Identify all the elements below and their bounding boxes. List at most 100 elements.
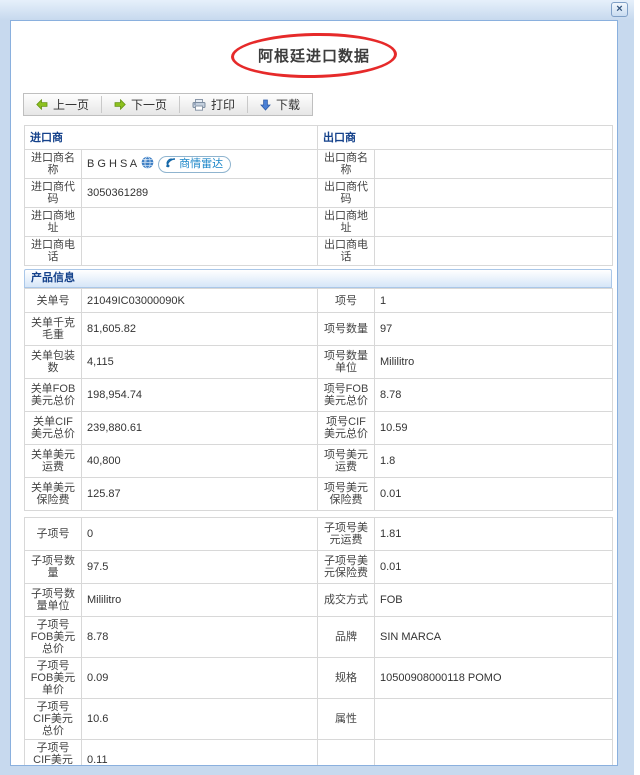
download-label: 下载 [276, 97, 301, 112]
field-value [374, 698, 613, 740]
field-label: 品牌 [317, 616, 375, 658]
field-value: 0.09 [81, 657, 318, 699]
field-value: 8.78 [374, 378, 613, 412]
field-label: 项号 [317, 288, 375, 313]
importer-section-header: 进口商 [24, 125, 318, 150]
field-value: 40,800 [81, 444, 318, 478]
importer-name-cell: B G H S A 商情雷达 [81, 149, 318, 179]
product-section-header: 产品信息 [24, 269, 612, 288]
table-row: 关单FOB美元总价 198,954.74 项号FOB美元总价 8.78 [24, 378, 613, 412]
table-row: 关单美元运费 40,800 项号美元运费 1.8 [24, 444, 613, 478]
field-label: 子项号数量 [24, 550, 82, 584]
table-row: 进口商代码 3050361289 出口商代码 [24, 178, 613, 208]
field-label: 子项号CIF美元单价 [24, 739, 82, 765]
table-row: 关单CIF美元总价 239,880.61 项号CIF美元总价 10.59 [24, 411, 613, 445]
table-row: 子项号 0 子项号美元运费 1.81 [24, 517, 613, 551]
field-label: 关单包装数 [24, 345, 82, 379]
table-row: 子项号数量单位 Mililitro 成交方式 FOB [24, 583, 613, 617]
table-row: 关单美元保险费 125.87 项号美元保险费 0.01 [24, 477, 613, 511]
prev-page-button[interactable]: 上一页 [24, 94, 101, 115]
table-row: 子项号FOB美元总价 8.78 品牌 SIN MARCA [24, 616, 613, 658]
field-value: 0.01 [374, 550, 613, 584]
field-label: 进口商代码 [24, 178, 82, 208]
field-value: 0 [81, 517, 318, 551]
print-button[interactable]: 打印 [180, 94, 247, 115]
field-label: 项号CIF美元总价 [317, 411, 375, 445]
product-table-2: 子项号 0 子项号美元运费 1.81 子项号数量 97.5 子项号美元保险费 0… [24, 517, 613, 765]
globe-icon[interactable] [141, 156, 154, 172]
table-row: 关单号 21049IC03000090K 项号 1 [24, 288, 613, 313]
field-value: 8.78 [81, 616, 318, 658]
field-label: 关单号 [24, 288, 82, 313]
table-row: 关单千克毛重 81,605.82 项号数量 97 [24, 312, 613, 346]
field-label: 子项号CIF美元总价 [24, 698, 82, 740]
next-page-label: 下一页 [131, 97, 168, 112]
radar-badge[interactable]: 商情雷达 [158, 155, 232, 173]
field-value: 1.8 [374, 444, 613, 478]
download-button[interactable]: 下载 [248, 94, 312, 115]
field-value: 198,954.74 [81, 378, 318, 412]
field-label: 成交方式 [317, 583, 375, 617]
table-row: 子项号CIF美元总价 10.6 属性 [24, 698, 613, 740]
field-value: 0.01 [374, 477, 613, 511]
field-label: 进口商地址 [24, 207, 82, 237]
table-row: 子项号数量 97.5 子项号美元保险费 0.01 [24, 550, 613, 584]
field-label: 进口商电话 [24, 236, 82, 266]
field-label: 项号数量 [317, 312, 375, 346]
importer-name-value: B G H S A [87, 158, 138, 170]
print-label: 打印 [211, 97, 236, 112]
field-label: 项号美元运费 [317, 444, 375, 478]
field-label: 进口商名称 [24, 149, 82, 179]
blue-arrow-down-icon [260, 99, 271, 111]
exporter-section-header: 出口商 [317, 125, 613, 150]
field-value [81, 207, 318, 237]
window-titlebar: × [0, 0, 634, 20]
field-value: FOB [374, 583, 613, 617]
field-value [374, 149, 613, 179]
page-title: 阿根廷进口数据 [257, 48, 370, 65]
close-button[interactable]: × [611, 2, 628, 17]
field-label: 项号美元保险费 [317, 477, 375, 511]
field-label: 关单美元保险费 [24, 477, 82, 511]
table-row: 进口商电话 出口商电话 [24, 236, 613, 266]
radar-icon [166, 157, 176, 171]
table-row: 进口商地址 出口商地址 [24, 207, 613, 237]
field-value: 21049IC03000090K [81, 288, 318, 313]
field-label: 关单FOB美元总价 [24, 378, 82, 412]
green-arrow-left-icon [36, 99, 48, 110]
field-value [374, 207, 613, 237]
window-frame: × 阿根廷进口数据 上一页 下一页 打印 下载 进口商 出口商 进口商名称 B … [0, 0, 634, 775]
field-value [374, 739, 613, 765]
field-label: 出口商电话 [317, 236, 375, 266]
field-value: 3050361289 [81, 178, 318, 208]
field-value: 10.59 [374, 411, 613, 445]
close-icon: × [616, 3, 623, 15]
field-value: 97.5 [81, 550, 318, 584]
field-value: 10.6 [81, 698, 318, 740]
table-row: 关单包装数 4,115 项号数量单位 Mililitro [24, 345, 613, 379]
field-value: SIN MARCA [374, 616, 613, 658]
field-value: 10500908000118 POMO [374, 657, 613, 699]
field-label: 属性 [317, 698, 375, 740]
field-label: 子项号FOB美元总价 [24, 616, 82, 658]
radar-badge-label: 商情雷达 [179, 158, 224, 170]
field-label: 出口商名称 [317, 149, 375, 179]
next-page-button[interactable]: 下一页 [102, 94, 179, 115]
field-value [374, 236, 613, 266]
table-row: 子项号FOB美元单价 0.09 规格 10500908000118 POMO [24, 657, 613, 699]
field-value: Mililitro [81, 583, 318, 617]
content-panel: 阿根廷进口数据 上一页 下一页 打印 下载 进口商 出口商 进口商名称 B G … [10, 20, 618, 766]
field-value [374, 178, 613, 208]
field-label [317, 739, 375, 765]
field-label: 关单千克毛重 [24, 312, 82, 346]
table-row: 进口商名称 B G H S A 商情雷达 出口商名称 [24, 149, 613, 179]
field-value: 1 [374, 288, 613, 313]
green-arrow-right-icon [114, 99, 126, 110]
field-label: 规格 [317, 657, 375, 699]
field-value: 239,880.61 [81, 411, 318, 445]
printer-icon [192, 98, 206, 111]
field-label: 子项号美元运费 [317, 517, 375, 551]
field-value: 0.11 [81, 739, 318, 765]
field-label: 关单美元运费 [24, 444, 82, 478]
field-label: 子项号FOB美元单价 [24, 657, 82, 699]
